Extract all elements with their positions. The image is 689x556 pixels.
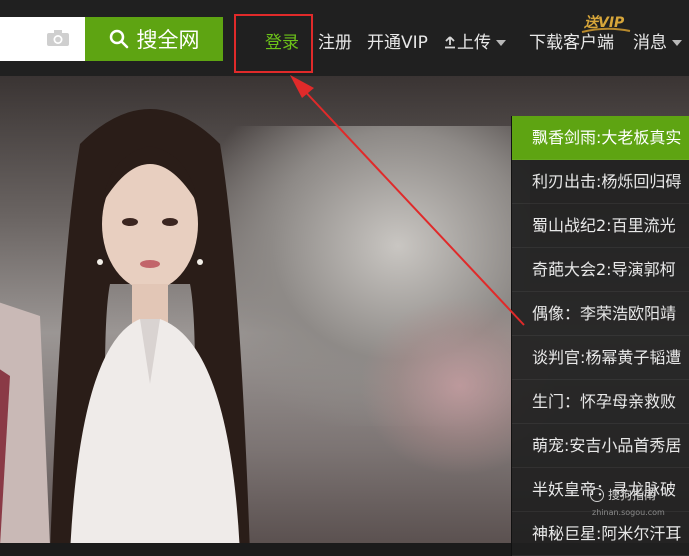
search-input[interactable]	[0, 17, 85, 61]
messages-menu[interactable]: 消息	[633, 28, 682, 53]
list-item[interactable]: 神秘巨星:阿米尔汗耳	[512, 512, 689, 556]
search-icon	[109, 29, 128, 49]
upload-menu[interactable]: 上传	[443, 28, 506, 53]
sogou-logo-icon	[590, 488, 604, 502]
top-navigation-bar: 搜全网 登录 注册 开通VIP 上传 送VIP 下载客户端 消息	[0, 0, 689, 76]
list-item[interactable]: 偶像：李荣浩欧阳靖	[512, 292, 689, 336]
chevron-down-icon	[672, 40, 682, 46]
register-link[interactable]: 注册	[318, 28, 352, 53]
chevron-down-icon	[496, 40, 506, 46]
list-item[interactable]: 蜀山战纪2:百里流光	[512, 204, 689, 248]
list-item[interactable]: 奇葩大会2:导演郭柯	[512, 248, 689, 292]
upload-label: 上传	[457, 33, 491, 53]
actress-image	[50, 109, 250, 543]
watermark-text: 搜狗指南	[608, 488, 657, 502]
watermark-url: zhinan.sogou.com	[592, 508, 665, 517]
open-vip-link[interactable]: 开通VIP	[367, 28, 428, 53]
upload-icon	[445, 36, 455, 49]
messages-label: 消息	[633, 33, 667, 53]
list-item[interactable]: 飘香剑雨:大老板真实	[512, 116, 689, 160]
list-item[interactable]: 谈判官:杨幂黄子韬遭	[512, 336, 689, 380]
highlight-box	[234, 14, 313, 73]
camera-icon[interactable]	[46, 29, 70, 47]
download-client-link[interactable]: 下载客户端	[529, 28, 614, 53]
list-item[interactable]: 利刃出击:杨烁回归碍	[512, 160, 689, 204]
list-item[interactable]: 生门：怀孕母亲救败	[512, 380, 689, 424]
search-all-web-button[interactable]: 搜全网	[85, 17, 223, 61]
search-button-label: 搜全网	[136, 28, 200, 52]
list-item[interactable]: 萌宠:安吉小品首秀居	[512, 424, 689, 468]
